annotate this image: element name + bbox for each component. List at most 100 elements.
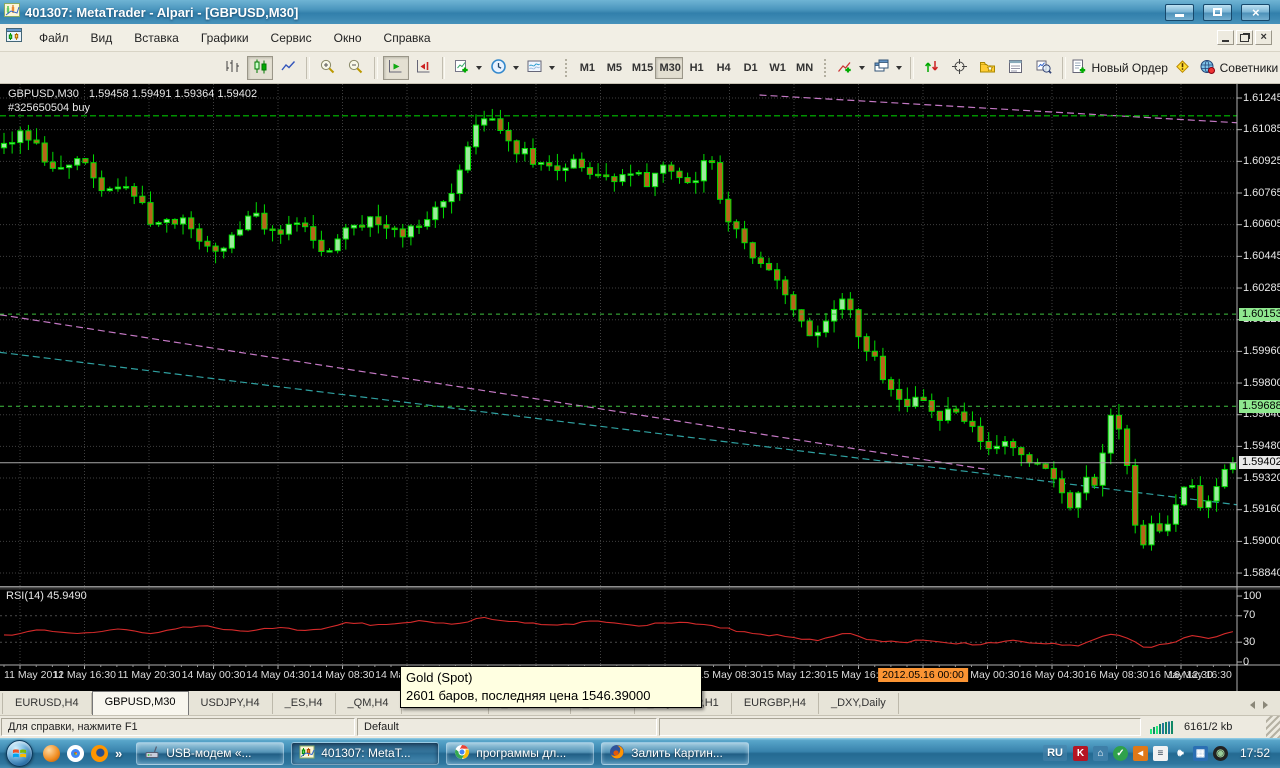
firefox-icon: [609, 744, 625, 763]
periods-button[interactable]: [487, 56, 522, 80]
quick-launch: »: [43, 744, 122, 762]
tray-icon-volume-orange[interactable]: ◂: [1132, 745, 1148, 761]
new-chart-button[interactable]: [450, 56, 485, 80]
taskbar-button-metatrader[interactable]: 401307: MetaT...: [291, 741, 440, 765]
menu-Вид[interactable]: Вид: [80, 27, 124, 49]
toolbar-grip[interactable]: [564, 57, 569, 78]
strategy-tester-button[interactable]: [1031, 56, 1057, 80]
shift-icon: [415, 58, 432, 78]
tab--QM-H4[interactable]: _QM,H4: [336, 693, 402, 714]
timeframe-H1[interactable]: H1: [683, 57, 710, 79]
open-order-label: #325650504 buy: [8, 102, 90, 114]
toolbar-separator: [909, 56, 914, 79]
tab--DXY-Daily[interactable]: _DXY,Daily: [819, 693, 899, 714]
chrome-icon: [454, 744, 470, 763]
toolbar-grip[interactable]: [823, 57, 828, 78]
chart-system-menu-icon[interactable]: [6, 27, 22, 48]
status-profile[interactable]: Default: [357, 718, 657, 736]
tray-icon-update-check[interactable]: ✓: [1112, 745, 1128, 761]
taskbar-button-firefox[interactable]: Залить Картин...: [601, 741, 750, 765]
data-window-button[interactable]: [1003, 56, 1029, 80]
favorites-button[interactable]: [975, 56, 1001, 80]
menu-Окно[interactable]: Окно: [323, 27, 373, 49]
tab-EURUSD-H4[interactable]: EURUSD,H4: [2, 693, 92, 714]
window-minimize-button[interactable]: [1165, 3, 1194, 21]
taskbar-button-modem[interactable]: USB-модем «...: [136, 741, 285, 765]
tray-icon-kaspersky[interactable]: K: [1072, 745, 1088, 761]
arrange-windows-button[interactable]: [870, 56, 905, 80]
menu-Графики[interactable]: Графики: [190, 27, 260, 49]
menu-Справка[interactable]: Справка: [373, 27, 442, 49]
taskbar-button-chrome[interactable]: программы дл...: [446, 741, 595, 765]
modem-icon: [144, 744, 160, 763]
timeframe-D1[interactable]: D1: [737, 57, 764, 79]
start-button[interactable]: [6, 739, 33, 767]
tab--ES-H4[interactable]: _ES,H4: [273, 693, 336, 714]
candlestick-chart-button[interactable]: [247, 55, 273, 80]
chart-shift-button[interactable]: [411, 56, 437, 80]
window-maximize-button[interactable]: [1203, 3, 1232, 21]
chart-restore-button[interactable]: [1236, 30, 1253, 45]
tick-arrows-button[interactable]: [919, 56, 945, 80]
price-tick: 1.59320: [1243, 471, 1280, 484]
new-order-button[interactable]: Новый Ордер: [1071, 56, 1168, 80]
zoom-in-button[interactable]: [315, 56, 341, 80]
tab-EURGBP-H4[interactable]: EURGBP,H4: [732, 693, 819, 714]
tab-scroll-left-icon[interactable]: [1250, 701, 1255, 709]
chart-minimize-button[interactable]: [1217, 30, 1234, 45]
price-tick: 1.59160: [1243, 503, 1280, 516]
taskbar-button-label: USB-модем «...: [166, 746, 252, 760]
taskbar-clock[interactable]: 17:52: [1240, 746, 1270, 760]
resize-grip[interactable]: [1266, 716, 1280, 738]
dropdown-arrow-icon[interactable]: [476, 65, 483, 70]
expert-advisors-button[interactable]: Советники: [1198, 56, 1279, 80]
line-chart-button[interactable]: [275, 56, 301, 80]
price-tick: 1.59000: [1243, 534, 1280, 547]
dropdown-arrow-icon[interactable]: [512, 65, 519, 70]
timeframe-M30[interactable]: M30: [655, 56, 684, 79]
dropdown-arrow-icon[interactable]: [859, 65, 866, 70]
tray-icon-network-agent[interactable]: ⌂: [1092, 745, 1108, 761]
price-scale[interactable]: 1.61245 1.61085 1.60925 1.60765 1.60605 1.604…: [1238, 84, 1280, 691]
quick-launch-overflow-chevron[interactable]: »: [115, 746, 122, 761]
chart-close-button[interactable]: ×: [1255, 30, 1272, 45]
tray-icon-dictionary[interactable]: ≡: [1152, 745, 1168, 761]
timeframe-H4[interactable]: H4: [710, 57, 737, 79]
bar-chart-button[interactable]: [219, 56, 245, 80]
tester-icon: [1035, 58, 1052, 78]
price-chart[interactable]: [0, 84, 1280, 691]
timeframe-M15[interactable]: M15: [628, 57, 656, 79]
timeframe-M5[interactable]: M5: [601, 57, 628, 79]
menu-Файл[interactable]: Файл: [28, 27, 80, 49]
price-tick: 1.60445: [1243, 249, 1280, 262]
zoom-out-button[interactable]: [343, 56, 369, 80]
dropdown-arrow-icon[interactable]: [896, 65, 903, 70]
tray-icon-camera[interactable]: ◉: [1212, 745, 1228, 761]
chart-area[interactable]: GBPUSD,M30 1.59458 1.59491 1.59364 1.5940…: [0, 84, 1280, 691]
menu-Вставка[interactable]: Вставка: [123, 27, 190, 49]
quick-launch-chrome-icon[interactable]: [67, 744, 84, 762]
tooltip-title: Gold (Spot): [406, 670, 473, 685]
quick-launch-firefox-icon[interactable]: [91, 744, 108, 762]
tab-scroll-right-icon[interactable]: [1263, 701, 1268, 709]
tab-USDJPY-H4[interactable]: USDJPY,H4: [189, 693, 273, 714]
window-close-button[interactable]: ×: [1241, 3, 1270, 21]
auto-scroll-button[interactable]: [382, 55, 409, 80]
quick-launch-app-orange-icon[interactable]: [43, 744, 60, 762]
tray-icon-display[interactable]: ▦: [1192, 745, 1208, 761]
language-indicator[interactable]: RU: [1043, 745, 1067, 761]
timeframe-MN[interactable]: MN: [791, 57, 818, 79]
menu-Сервис[interactable]: Сервис: [260, 27, 323, 49]
timeframe-W1[interactable]: W1: [764, 57, 791, 79]
windows-flag-icon: [12, 748, 27, 757]
crosshair-button[interactable]: [947, 56, 973, 80]
alerts-button[interactable]: [1170, 56, 1196, 80]
toolbar-separator: [306, 56, 310, 79]
connection-bars-icon: [1150, 720, 1173, 734]
timeframe-M1[interactable]: M1: [574, 57, 601, 79]
dropdown-arrow-icon[interactable]: [549, 65, 556, 70]
tray-icon-volume[interactable]: 🕪: [1173, 746, 1188, 761]
tab-GBPUSD-M30[interactable]: GBPUSD,M30: [91, 691, 189, 715]
templates-button[interactable]: [524, 56, 559, 80]
indicators-button[interactable]: [834, 56, 869, 80]
